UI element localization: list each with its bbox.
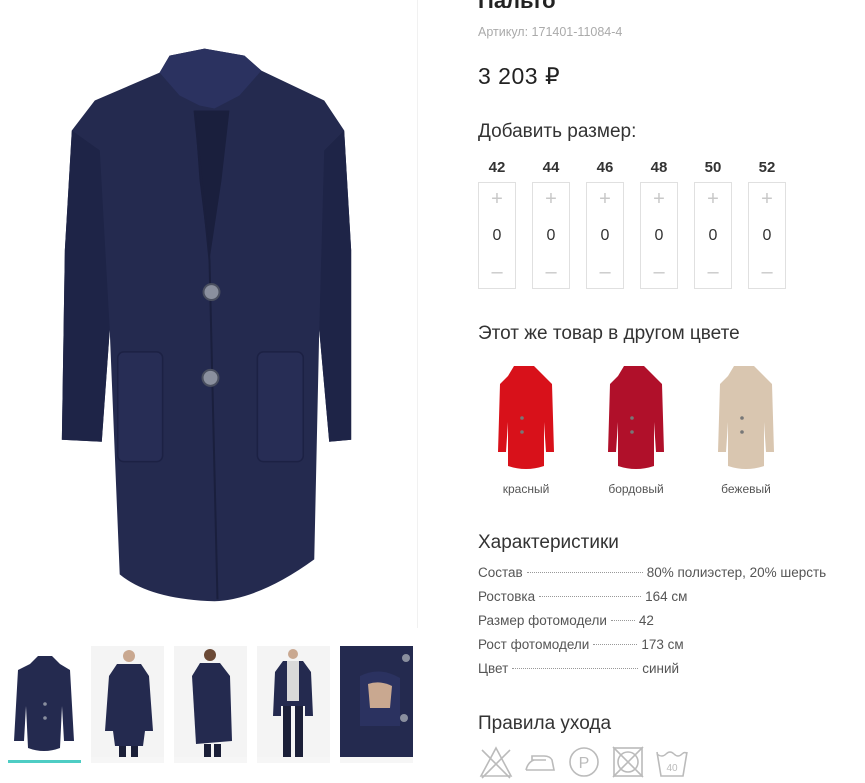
main-product-image[interactable] bbox=[0, 0, 418, 628]
svg-text:P: P bbox=[579, 755, 590, 772]
char-dots bbox=[610, 620, 635, 621]
minus-button[interactable]: – bbox=[545, 260, 556, 284]
char-row: Рост фотомодели 173 см bbox=[478, 637, 838, 661]
size-selector: 42 + 0 – 44 + 0 – 46 + 0 – 48 + 0 – 50 +… bbox=[478, 158, 786, 289]
color-variant-burgundy[interactable]: бордовый bbox=[588, 362, 684, 496]
characteristics-heading: Характеристики bbox=[478, 532, 619, 553]
wash-temp: 40 bbox=[666, 763, 678, 774]
plus-button[interactable]: + bbox=[491, 187, 503, 211]
char-dots bbox=[512, 668, 639, 669]
color-name: красный bbox=[502, 482, 550, 496]
size-col-48: 48 + 0 – bbox=[640, 158, 678, 289]
quantity-value[interactable]: 0 bbox=[709, 227, 718, 245]
size-label: 46 bbox=[596, 159, 614, 176]
quantity-value[interactable]: 0 bbox=[601, 227, 610, 245]
char-value: 42 bbox=[638, 613, 654, 628]
quantity-stepper: + 0 – bbox=[478, 182, 516, 289]
size-label: 42 bbox=[488, 159, 506, 176]
size-col-44: 44 + 0 – bbox=[532, 158, 570, 289]
minus-button[interactable]: – bbox=[599, 260, 610, 284]
char-dots bbox=[593, 644, 638, 645]
char-key: Рост фотомодели bbox=[478, 637, 590, 652]
char-dots bbox=[526, 572, 643, 573]
char-key: Состав bbox=[478, 565, 523, 580]
characteristics-table: Состав 80% полиэстер, 20% шерсть Ростовк… bbox=[478, 565, 838, 685]
sizes-heading: Добавить размер: bbox=[478, 121, 637, 142]
thumbnail-5[interactable] bbox=[340, 646, 413, 763]
plus-button[interactable]: + bbox=[653, 187, 665, 211]
burgundy-coat-image bbox=[608, 366, 664, 469]
char-value: 173 см bbox=[641, 637, 684, 652]
active-thumb-indicator bbox=[8, 760, 81, 763]
size-label: 44 bbox=[542, 159, 560, 176]
plus-button[interactable]: + bbox=[545, 187, 557, 211]
char-key: Размер фотомодели bbox=[478, 613, 607, 628]
dry-clean-p-icon: P bbox=[569, 747, 599, 777]
char-row: Состав 80% полиэстер, 20% шерсть bbox=[478, 565, 838, 589]
color-variant-beige[interactable]: бежевый bbox=[698, 362, 794, 496]
quantity-value[interactable]: 0 bbox=[763, 227, 772, 245]
char-key: Цвет bbox=[478, 661, 509, 676]
product-article: Артикул: 171401-11084-4 bbox=[478, 25, 623, 39]
minus-button[interactable]: – bbox=[707, 260, 718, 284]
color-name: бежевый bbox=[721, 482, 771, 496]
size-col-50: 50 + 0 – bbox=[694, 158, 732, 289]
char-row: Размер фотомодели 42 bbox=[478, 613, 838, 637]
char-value: 164 см bbox=[645, 589, 688, 604]
beige-coat-image bbox=[718, 366, 774, 469]
thumbnail-strip bbox=[8, 646, 413, 763]
quantity-value[interactable]: 0 bbox=[547, 227, 556, 245]
minus-button[interactable]: – bbox=[761, 260, 772, 284]
care-heading: Правила ухода bbox=[478, 713, 612, 734]
care-icons: P 40 bbox=[478, 744, 690, 780]
quantity-stepper: + 0 – bbox=[694, 182, 732, 289]
size-label: 52 bbox=[758, 159, 776, 176]
char-row: Ростовка 164 см bbox=[478, 589, 838, 613]
minus-button[interactable]: – bbox=[653, 260, 664, 284]
plus-button[interactable]: + bbox=[599, 187, 611, 211]
no-bleach-icon bbox=[479, 746, 513, 779]
size-col-46: 46 + 0 – bbox=[586, 158, 624, 289]
thumbnail-4[interactable] bbox=[257, 646, 330, 763]
quantity-stepper: + 0 – bbox=[586, 182, 624, 289]
thumbnail-1[interactable] bbox=[8, 646, 81, 763]
size-label: 48 bbox=[650, 159, 668, 176]
no-tumble-dry-icon bbox=[612, 746, 644, 778]
color-variant-red[interactable]: красный bbox=[478, 362, 574, 496]
colors-heading: Этот же товар в другом цвете bbox=[478, 323, 740, 344]
product-title: Пальто bbox=[478, 0, 556, 13]
quantity-stepper: + 0 – bbox=[748, 182, 786, 289]
quantity-value[interactable]: 0 bbox=[493, 227, 502, 245]
red-coat-image bbox=[498, 366, 554, 469]
product-price: 3 203 ₽ bbox=[478, 63, 561, 89]
char-value: 80% полиэстер, 20% шерсть bbox=[646, 565, 827, 580]
iron-icon bbox=[525, 755, 555, 771]
plus-button[interactable]: + bbox=[761, 187, 773, 211]
quantity-stepper: + 0 – bbox=[640, 182, 678, 289]
color-variants: красный бордовый бежевый bbox=[478, 362, 794, 496]
quantity-stepper: + 0 – bbox=[532, 182, 570, 289]
char-value: синий bbox=[642, 661, 680, 676]
quantity-value[interactable]: 0 bbox=[655, 227, 664, 245]
size-label: 50 bbox=[704, 159, 722, 176]
plus-button[interactable]: + bbox=[707, 187, 719, 211]
color-name: бордовый bbox=[608, 482, 664, 496]
thumbnail-3[interactable] bbox=[174, 646, 247, 763]
char-dots bbox=[539, 596, 642, 597]
size-col-42: 42 + 0 – bbox=[478, 158, 516, 289]
thumbnail-2[interactable] bbox=[91, 646, 164, 763]
minus-button[interactable]: – bbox=[491, 260, 502, 284]
char-key: Ростовка bbox=[478, 589, 536, 604]
wash-40-icon: 40 bbox=[656, 751, 688, 777]
char-row: Цвет синий bbox=[478, 661, 838, 685]
size-col-52: 52 + 0 – bbox=[748, 158, 786, 289]
